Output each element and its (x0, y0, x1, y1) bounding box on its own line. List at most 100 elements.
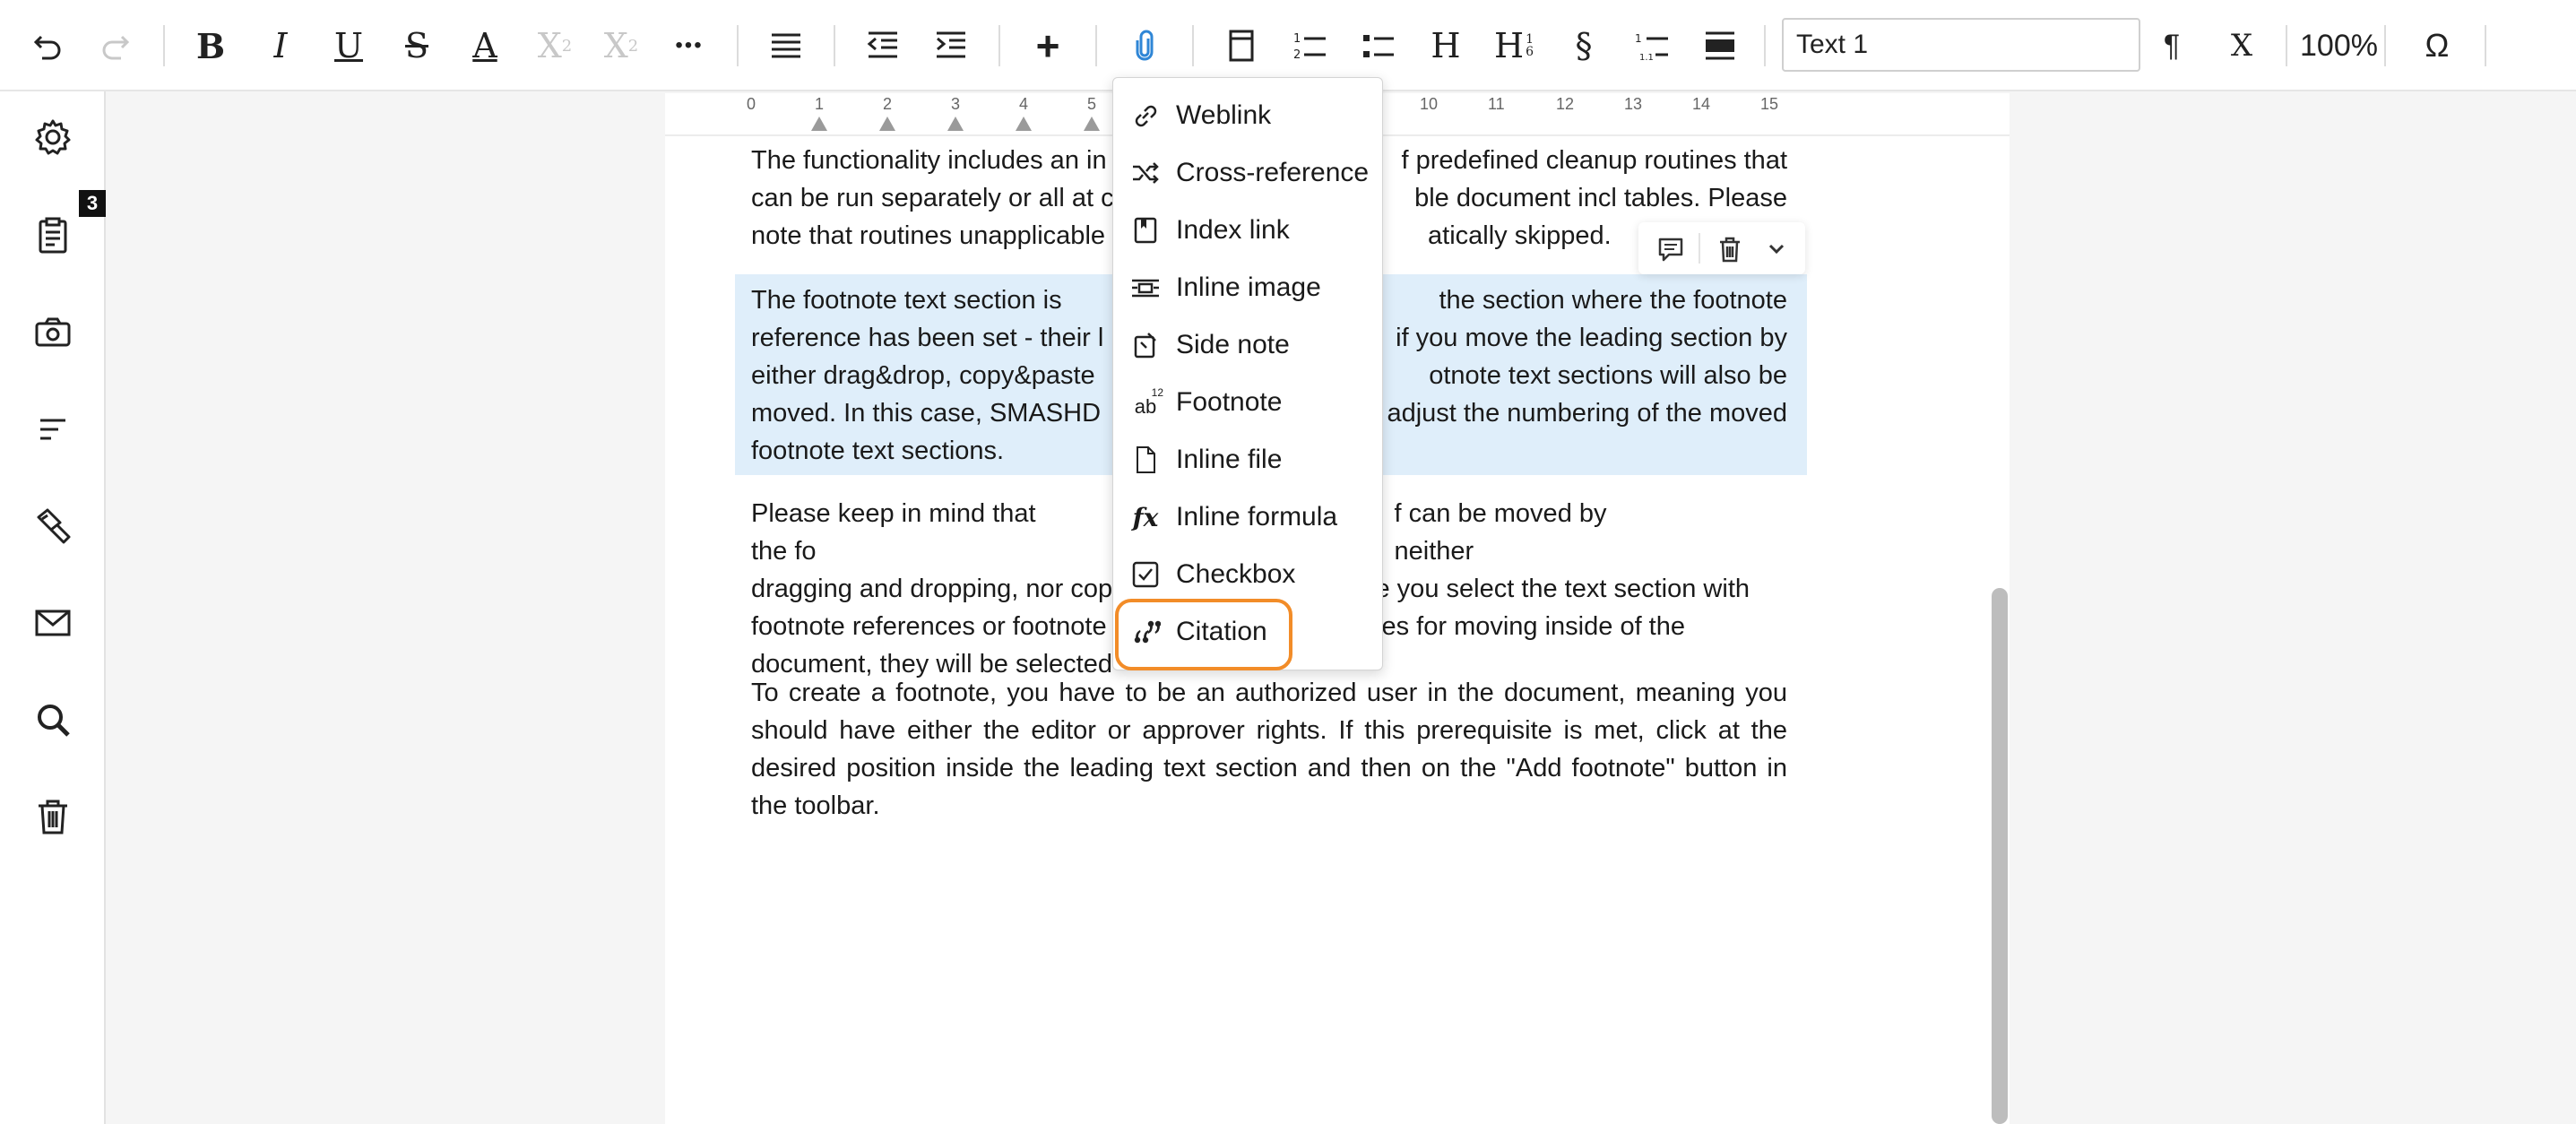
page-break-icon[interactable] (1214, 18, 1269, 73)
menu-item-label: Inline image (1176, 272, 1321, 302)
subscript-label: X (603, 26, 628, 65)
bullet-list-icon[interactable] (1350, 18, 1405, 73)
chevron-down-icon[interactable] (1757, 229, 1796, 269)
menu-item-inline-formula[interactable]: fx Inline formula (1122, 490, 1375, 544)
menu-item-label: Inline formula (1176, 502, 1338, 532)
redo-icon[interactable] (88, 18, 143, 73)
align-justify-icon[interactable] (758, 18, 814, 73)
search-icon[interactable] (25, 692, 81, 748)
toolbar-divider (1095, 25, 1097, 66)
undo-icon[interactable] (20, 18, 75, 73)
insert-menu: Weblink Cross-reference Index link Inlin… (1112, 77, 1383, 670)
text-line: The functionality includes an in (751, 146, 1107, 175)
toolbar-divider (834, 25, 835, 66)
italic-button[interactable]: I (253, 18, 308, 73)
svg-text:1: 1 (1635, 32, 1642, 45)
heading-button[interactable]: H (1418, 18, 1474, 73)
delete-section-trash-icon[interactable] (1710, 229, 1750, 269)
ruler-number: 11 (1488, 95, 1505, 113)
zoom-level[interactable]: 100% (2300, 18, 2378, 73)
menu-item-label: Cross-reference (1176, 158, 1370, 187)
toolbar-divider (2286, 25, 2287, 66)
menu-item-checkbox[interactable]: Checkbox (1122, 548, 1375, 601)
text-line: es for moving inside of the (1381, 612, 1685, 641)
index-link-icon (1126, 211, 1165, 250)
menu-item-index-link[interactable]: Index link (1122, 203, 1375, 257)
numbered-list-icon[interactable]: 12 (1282, 18, 1337, 73)
toolbar-divider (1764, 25, 1766, 66)
menu-item-label: Weblink (1176, 100, 1272, 130)
outdent-icon[interactable] (855, 18, 911, 73)
ruler-tab-marker[interactable] (879, 117, 895, 131)
camera-icon[interactable] (25, 305, 81, 360)
ruler-number: 13 (1624, 95, 1643, 113)
checkbox-icon (1126, 555, 1165, 594)
section-toolbar (1638, 222, 1805, 274)
text-line: note that routines unapplicable (751, 221, 1106, 250)
outline-icon[interactable] (25, 402, 81, 457)
ruler-tab-marker[interactable] (1084, 117, 1100, 131)
toolbar-divider (1699, 233, 1700, 264)
numbered-heading-button[interactable]: H16 (1486, 18, 1542, 73)
font-color-button[interactable]: A (457, 18, 513, 73)
text-line: e you select the text section with (1375, 575, 1750, 603)
ruler-tab-marker[interactable] (947, 117, 964, 131)
ruler-number: 14 (1692, 95, 1711, 113)
text-line: f predefined cleanup routines that (1401, 146, 1787, 175)
superscript-button[interactable]: X2 (527, 18, 583, 73)
ruler-tab-marker[interactable] (811, 117, 827, 131)
ruler-number: 1 (815, 95, 825, 113)
menu-item-footnote[interactable]: ab 12 Footnote (1122, 376, 1375, 429)
text-line: footnote references or footnote (751, 612, 1107, 641)
clear-format-button[interactable]: X (2214, 18, 2269, 73)
tasks-clipboard-icon[interactable] (25, 208, 81, 264)
left-sidebar: 3 (0, 91, 106, 1124)
menu-item-cross-reference[interactable]: Cross-reference (1122, 146, 1375, 200)
indent-icon[interactable] (923, 18, 979, 73)
scrollbar-thumb[interactable] (1992, 588, 2008, 1124)
toolbar-divider (998, 25, 1000, 66)
text-line: adjust the numbering of the moved (1387, 399, 1787, 428)
formula-icon: fx (1132, 502, 1159, 532)
bold-button[interactable]: B (183, 18, 238, 73)
ruler-tab-marker[interactable] (1016, 117, 1032, 131)
underline-button[interactable]: U (321, 18, 376, 73)
side-note-icon (1126, 325, 1165, 365)
footnote-icon-mark: 12 (1151, 386, 1163, 399)
toolbar-divider (1192, 25, 1194, 66)
menu-item-label: Checkbox (1176, 559, 1296, 589)
menu-item-weblink[interactable]: Weblink (1122, 89, 1375, 143)
pilcrow-button[interactable]: ¶ (2144, 18, 2200, 73)
strikethrough-button[interactable]: S (389, 18, 445, 73)
toolbar-divider (2384, 25, 2386, 66)
text-section-4[interactable]: To create a footnote, you have to be an … (751, 674, 1787, 825)
trash-icon[interactable] (25, 789, 81, 844)
menu-item-label: Footnote (1176, 387, 1283, 417)
menu-item-label: Index link (1176, 215, 1290, 245)
text-line: dragging and dropping, nor cop (751, 575, 1113, 603)
settings-gear-icon[interactable] (25, 109, 81, 165)
menu-item-inline-file[interactable]: Inline file (1122, 433, 1375, 487)
add-button[interactable]: + (1020, 18, 1076, 73)
citation-highlight-ring (1115, 599, 1292, 670)
text-block-icon[interactable] (1692, 18, 1748, 73)
toolbar-divider (2485, 25, 2486, 66)
more-options-button[interactable]: ••• (661, 18, 717, 73)
paragraph-style-select[interactable]: Text 1 (1782, 18, 2140, 72)
multilevel-list-icon[interactable]: 1 1.1 (1624, 18, 1680, 73)
superscript-label: X (537, 26, 562, 65)
format-brush-icon[interactable] (25, 498, 81, 554)
footnote-icon: ab 12 (1126, 383, 1165, 422)
text-line: f can be moved by neither (1394, 499, 1607, 566)
menu-item-side-note[interactable]: Side note (1122, 318, 1375, 372)
text-line: the section where the footnote (1439, 286, 1787, 315)
special-character-button[interactable]: Ω (2409, 18, 2465, 73)
comment-icon[interactable] (1651, 229, 1690, 269)
menu-item-inline-image[interactable]: Inline image (1122, 261, 1375, 315)
subscript-button[interactable]: X2 (593, 18, 649, 73)
attachment-icon[interactable] (1117, 18, 1172, 73)
section-sign-button[interactable]: § (1556, 18, 1612, 73)
ruler-number: 10 (1420, 95, 1439, 113)
mail-icon[interactable] (25, 595, 81, 651)
text-line: otnote text sections will also be (1429, 361, 1787, 390)
